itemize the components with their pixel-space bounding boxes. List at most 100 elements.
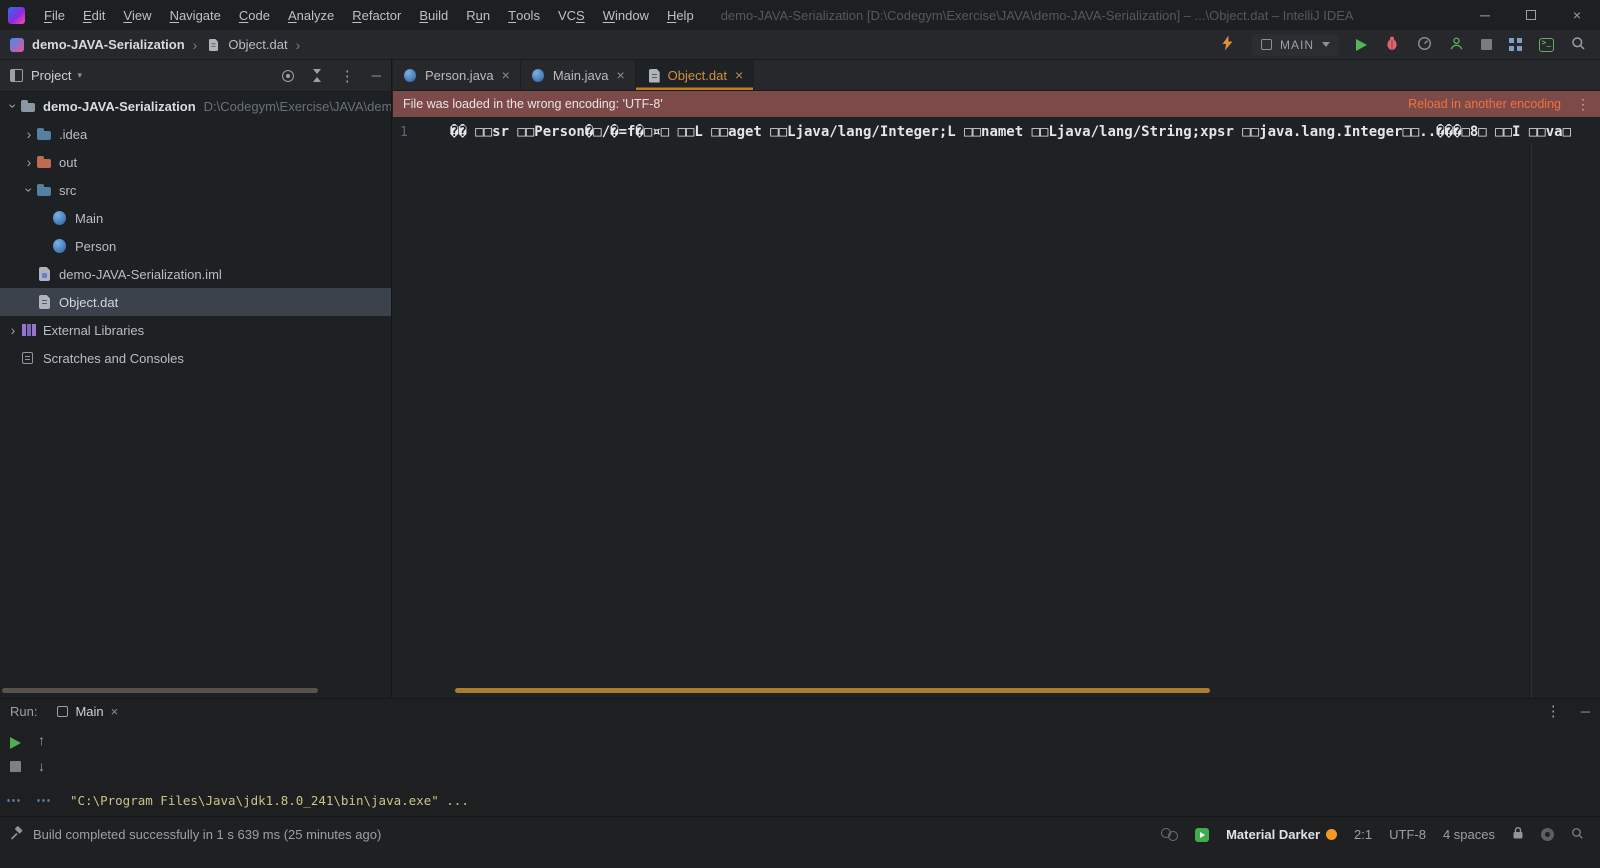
tree-chevron-icon[interactable] (6, 322, 20, 338)
run-config-icon (1261, 39, 1272, 50)
maximize-button[interactable] (1508, 0, 1554, 30)
menu-item[interactable]: Run (457, 0, 499, 30)
tree-item[interactable]: External Libraries (0, 316, 391, 344)
rerun-button[interactable] (10, 737, 21, 749)
menu-item[interactable]: Refactor (343, 0, 410, 30)
project-panel-title[interactable]: Project (31, 68, 71, 83)
menu-item[interactable]: View (114, 0, 160, 30)
tree-item-label: Main (75, 211, 103, 226)
hide-panel-icon[interactable]: ─ (1581, 704, 1590, 719)
tree-item[interactable]: Scratches and Consoles (0, 344, 391, 372)
tree-item[interactable]: Main (0, 204, 391, 232)
menu-item[interactable]: VCS (549, 0, 594, 30)
more-icon[interactable]: ⋯ (6, 791, 22, 809)
tree-item[interactable]: demo-JAVA-Serialization D:\Codegym\Exerc… (0, 92, 391, 120)
horizontal-scrollbar[interactable] (2, 688, 318, 693)
close-icon[interactable]: × (502, 67, 510, 83)
run-configuration-select[interactable]: MAIN (1252, 34, 1339, 56)
editor-content[interactable]: �� □□sr □□Person�□/�=f�□¤□ □□L □□aget □□… (450, 124, 1600, 140)
lock-icon[interactable] (1512, 826, 1524, 843)
tree-chevron-icon[interactable] (22, 182, 36, 198)
menu-item[interactable]: Navigate (161, 0, 230, 30)
locate-file-icon[interactable] (282, 70, 294, 82)
search-everywhere-icon[interactable] (1571, 36, 1586, 54)
tree-item[interactable]: demo-JAVA-Serialization.iml (0, 260, 391, 288)
hide-panel-icon[interactable]: ─ (372, 68, 381, 83)
editor-tab[interactable]: Object.dat × (636, 60, 754, 90)
build-hammer-icon[interactable] (1220, 35, 1235, 54)
tree-item-label: out (59, 155, 77, 170)
stop-button[interactable] (1481, 39, 1492, 50)
status-message-area: Build completed successfully in 1 s 639 … (10, 826, 381, 843)
tree-item-label: .idea (59, 127, 87, 142)
tree-item[interactable]: Person (0, 232, 391, 260)
tree-item-path: D:\Codegym\Exercise\JAVA\demo-JA (204, 99, 391, 114)
run-button[interactable] (1356, 39, 1367, 51)
tree-chevron-icon[interactable] (22, 126, 36, 142)
file-encoding[interactable]: UTF-8 (1389, 827, 1426, 842)
more-icon[interactable]: ⋯ (36, 791, 52, 809)
search-icon[interactable] (1571, 827, 1584, 843)
caret-position[interactable]: 2:1 (1354, 827, 1372, 842)
project-tree: demo-JAVA-Serialization D:\Codegym\Exerc… (0, 92, 391, 684)
tree-item-label: demo-JAVA-Serialization.iml (59, 267, 222, 282)
run-status-icon[interactable] (1195, 828, 1209, 842)
tree-item[interactable]: out (0, 148, 391, 176)
reload-encoding-link[interactable]: Reload in another encoding (1408, 97, 1561, 111)
menu-item[interactable]: File (35, 0, 74, 30)
editor-tab[interactable]: Main.java × (521, 60, 636, 90)
arrow-up-icon[interactable]: ↑ (38, 732, 45, 748)
status-widgets: Material Darker 2:1 UTF-8 4 spaces (1161, 826, 1584, 843)
editor-tab[interactable]: Person.java × (393, 60, 521, 90)
menu-item[interactable]: Tools (499, 0, 549, 30)
project-panel-actions: ⋮ ─ (282, 67, 381, 85)
editor-area: Person.java × Main.java × Object.dat × F… (393, 60, 1600, 698)
menu-item[interactable]: Edit (74, 0, 114, 30)
options-kebab-icon[interactable]: ⋮ (340, 67, 355, 85)
horizontal-scrollbar[interactable] (455, 688, 1210, 693)
menu-item[interactable]: Window (594, 0, 658, 30)
console-icon (57, 706, 68, 717)
chevron-down-icon[interactable]: ▾ (77, 70, 82, 81)
terminal-icon[interactable] (1539, 38, 1554, 52)
sync-status-icon[interactable] (1161, 828, 1178, 841)
services-grid-icon[interactable] (1509, 38, 1522, 51)
menu-item[interactable]: Code (230, 0, 279, 30)
tree-chevron-icon[interactable] (6, 98, 20, 114)
breadcrumb-file[interactable]: Object.dat (205, 37, 287, 53)
close-button[interactable]: × (1554, 0, 1600, 30)
project-badge-icon (10, 38, 24, 52)
breadcrumb-project[interactable]: demo-JAVA-Serialization (32, 37, 185, 52)
code-with-me-icon[interactable] (1449, 36, 1464, 54)
theme-widget[interactable]: Material Darker (1226, 827, 1337, 842)
banner-kebab-icon[interactable]: ⋮ (1576, 96, 1590, 113)
menu-item[interactable]: Analyze (279, 0, 343, 30)
indent-style[interactable]: 4 spaces (1443, 827, 1495, 842)
console-line: "C:\Program Files\Java\jdk1.8.0_241\bin\… (70, 793, 1590, 809)
notifications-icon[interactable] (1541, 828, 1554, 841)
menu-item[interactable]: Build (410, 0, 457, 30)
tree-item-icon (20, 322, 37, 338)
menu-item[interactable]: Help (658, 0, 703, 30)
tree-item[interactable]: .idea (0, 120, 391, 148)
run-panel-label: Run: (10, 704, 37, 719)
close-icon[interactable]: × (111, 704, 119, 719)
options-kebab-icon[interactable]: ⋮ (1546, 702, 1561, 720)
minimize-button[interactable]: ─ (1462, 0, 1508, 30)
run-tab[interactable]: Main × (51, 699, 124, 723)
profiler-icon[interactable] (1417, 36, 1432, 54)
stop-button[interactable] (10, 761, 21, 772)
collapse-all-icon[interactable] (311, 69, 323, 82)
debug-button[interactable] (1384, 35, 1400, 54)
tree-chevron-icon[interactable] (22, 154, 36, 170)
line-number: 1 (393, 124, 409, 140)
arrow-down-icon[interactable]: ↓ (38, 758, 45, 774)
tree-item[interactable]: Object.dat (0, 288, 391, 316)
tree-item-label: demo-JAVA-Serialization (43, 99, 196, 114)
tree-item[interactable]: src (0, 176, 391, 204)
window-controls: ─ × (1462, 0, 1600, 30)
file-icon (207, 38, 221, 52)
window-title: demo-JAVA-Serialization [D:\Codegym\Exer… (721, 8, 1462, 23)
close-icon[interactable]: × (735, 67, 743, 83)
close-icon[interactable]: × (616, 67, 624, 83)
